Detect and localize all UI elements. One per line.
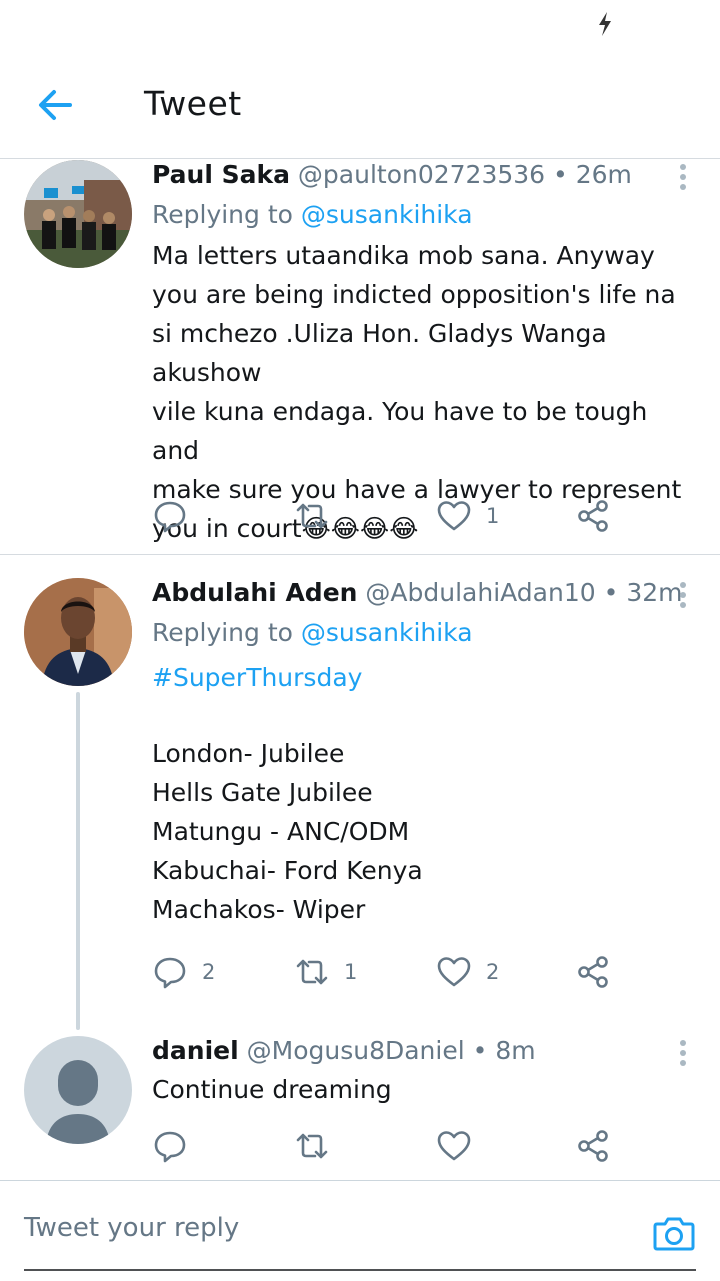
tweet-actions: 2 1 2: [152, 952, 632, 992]
retweet-icon: [296, 1133, 328, 1159]
reply-composer: Tweet your reply: [0, 1180, 720, 1281]
user-handle[interactable]: @paulton02723536: [298, 160, 545, 189]
reply-button[interactable]: 2: [152, 952, 215, 992]
retweet-icon: [296, 503, 328, 529]
tweet-reply[interactable]: daniel @Mogusu8Daniel • 8m Continue drea…: [0, 1034, 720, 1180]
tweet-header: Paul Saka @paulton02723536 • 26m: [152, 158, 696, 192]
tweet-text: Continue dreaming: [152, 1075, 392, 1104]
reply-count: 2: [202, 960, 216, 984]
timestamp: 26m: [575, 160, 632, 189]
avatar[interactable]: [24, 578, 132, 686]
tweet-actions: 1: [152, 496, 632, 536]
tweet-header: daniel @Mogusu8Daniel • 8m: [152, 1034, 696, 1068]
timestamp: 8m: [495, 1036, 536, 1065]
replying-to: Replying to @susankihika: [152, 614, 696, 652]
tweet-reply[interactable]: Paul Saka @paulton02723536 • 26m Replyin…: [0, 158, 720, 554]
share-button[interactable]: [576, 496, 612, 536]
retweet-button[interactable]: 1: [294, 952, 357, 992]
charging-icon: [599, 12, 611, 36]
reply-icon: [154, 957, 186, 989]
share-button[interactable]: [576, 952, 612, 992]
camera-icon[interactable]: [652, 1211, 696, 1255]
retweet-count: 1: [344, 960, 358, 984]
page-title: Tweet: [144, 84, 242, 123]
hashtag-link[interactable]: #SuperThursday: [152, 658, 696, 697]
replying-to-label: Replying to: [152, 618, 293, 647]
display-name[interactable]: Abdulahi Aden: [152, 578, 357, 607]
retweet-button[interactable]: [294, 496, 344, 536]
display-name[interactable]: Paul Saka: [152, 160, 290, 189]
tweet-reply[interactable]: Abdulahi Aden @AbdulahiAdan10 • 32m Repl…: [0, 576, 720, 1030]
input-underline: [24, 1269, 696, 1271]
user-handle[interactable]: @AbdulahiAdan10: [365, 578, 595, 607]
tweet-divider: [0, 554, 720, 555]
mention-link[interactable]: @susankihika: [301, 200, 473, 229]
tweet-text: London- Jubilee Hells Gate Jubilee Matun…: [152, 739, 423, 924]
share-button[interactable]: [576, 1126, 612, 1166]
thread-connector: [76, 692, 80, 1030]
mention-link[interactable]: @susankihika: [301, 618, 473, 647]
tweet-header: Abdulahi Aden @AbdulahiAdan10 • 32m: [152, 576, 696, 610]
like-button[interactable]: 2: [436, 952, 499, 992]
avatar[interactable]: [24, 160, 132, 268]
reply-icon: [154, 1131, 186, 1163]
heart-icon: [437, 1131, 471, 1161]
share-icon: [578, 500, 608, 532]
separator-dot: •: [472, 1036, 488, 1065]
top-app-bar: Tweet: [0, 50, 720, 159]
status-bar: [0, 0, 720, 50]
reply-button[interactable]: [152, 496, 202, 536]
more-options-icon[interactable]: [678, 164, 688, 194]
like-button[interactable]: [436, 1126, 472, 1166]
timestamp: 32m: [626, 578, 683, 607]
user-handle[interactable]: @Mogusu8Daniel: [247, 1036, 465, 1065]
like-count: 2: [486, 960, 500, 984]
tweet-actions: [152, 1126, 632, 1166]
more-options-icon[interactable]: [678, 1040, 688, 1070]
back-arrow-icon[interactable]: [30, 80, 80, 130]
separator-dot: •: [603, 578, 619, 607]
like-button[interactable]: 1: [436, 496, 499, 536]
like-count: 1: [486, 504, 500, 528]
replying-to-label: Replying to: [152, 200, 293, 229]
share-icon: [578, 956, 608, 988]
reply-input[interactable]: Tweet your reply: [24, 1213, 239, 1243]
heart-icon: [437, 957, 471, 987]
retweet-button[interactable]: [294, 1126, 330, 1166]
reply-button[interactable]: [152, 1126, 188, 1166]
share-icon: [578, 1130, 608, 1162]
heart-icon: [437, 501, 471, 531]
default-avatar[interactable]: [24, 1036, 132, 1144]
retweet-icon: [296, 959, 328, 985]
separator-dot: •: [553, 160, 568, 189]
display-name[interactable]: daniel: [152, 1036, 239, 1065]
more-options-icon[interactable]: [678, 582, 688, 612]
reply-icon: [154, 501, 186, 533]
replying-to: Replying to @susankihika: [152, 196, 696, 234]
